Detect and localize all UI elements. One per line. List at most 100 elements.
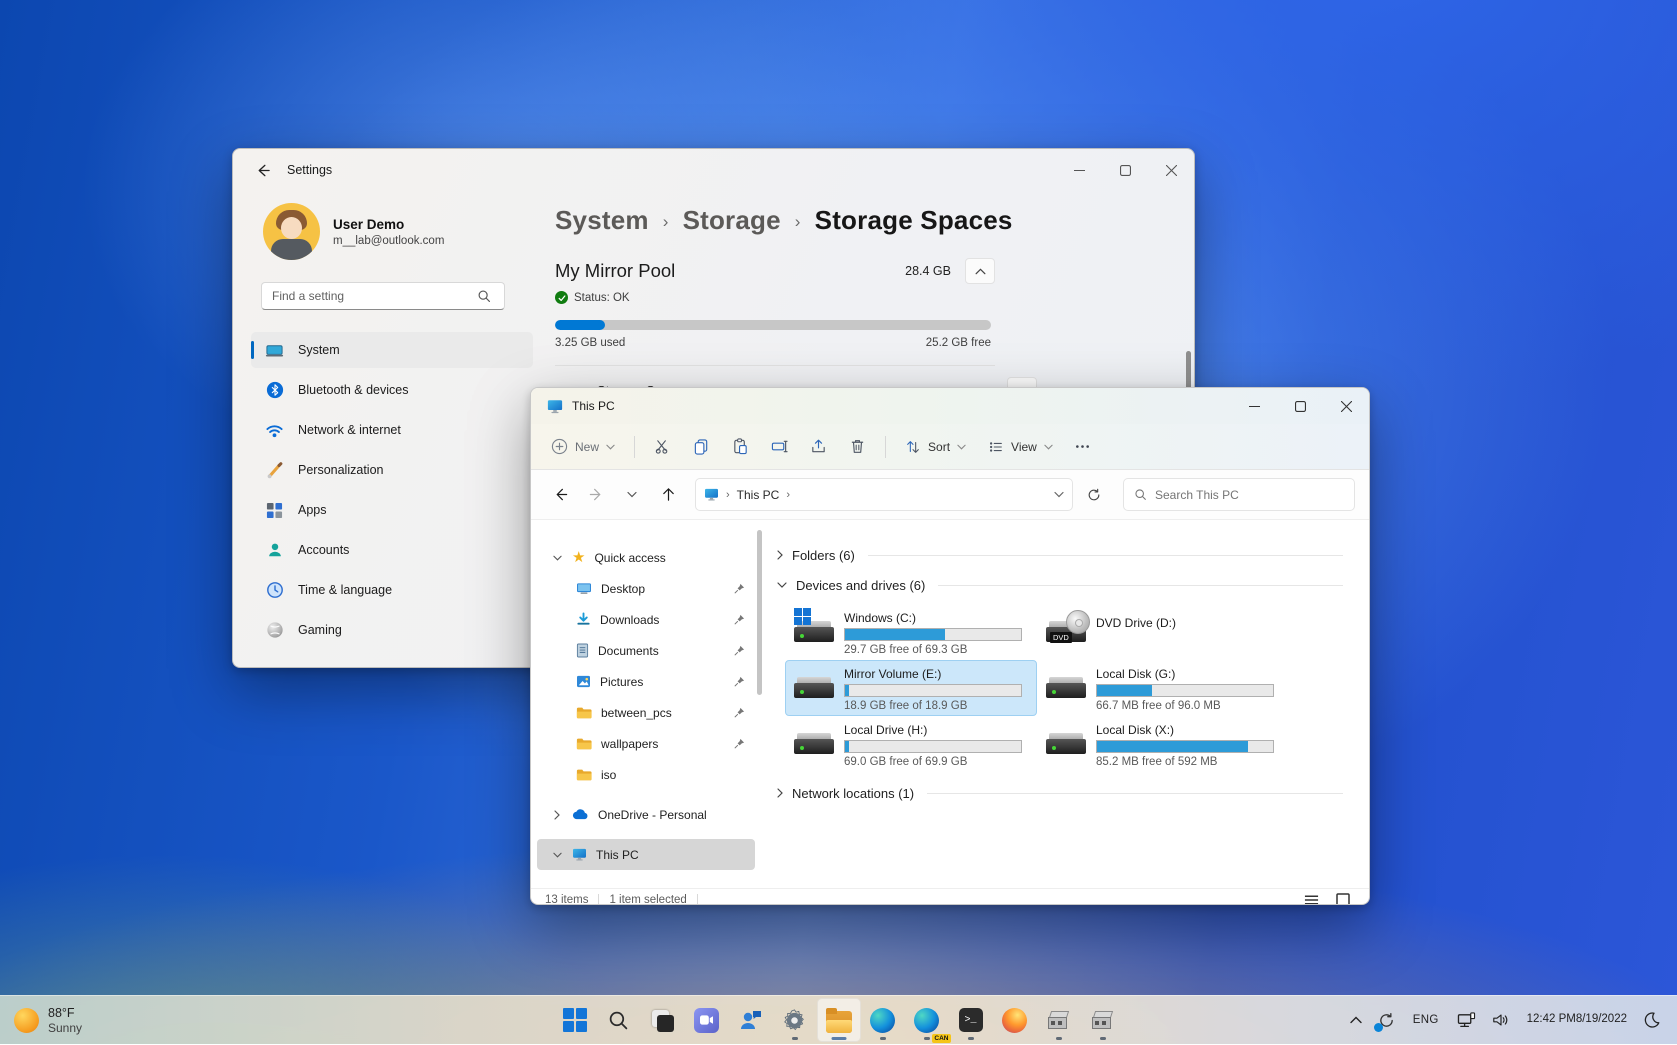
tree-item-documents[interactable]: Documents	[537, 635, 755, 666]
sidebar-item-system[interactable]: System	[251, 332, 533, 368]
tree-scrollbar[interactable]	[757, 530, 762, 695]
minimize-button[interactable]	[1231, 389, 1277, 423]
nav-up-button[interactable]	[653, 480, 683, 510]
refresh-button[interactable]	[1079, 480, 1109, 510]
drive-tile-mirror-e[interactable]: Mirror Volume (E:) 18.9 GB free of 18.9 …	[785, 660, 1037, 716]
sidebar-item-network[interactable]: Network & internet	[251, 412, 533, 448]
speaker-icon	[1492, 1012, 1510, 1028]
group-folders[interactable]: Folders (6)	[777, 540, 1343, 570]
volume-tray-button[interactable]	[1487, 1002, 1515, 1038]
sidebar-item-apps[interactable]: Apps	[251, 492, 533, 528]
hidden-icons-button[interactable]	[1345, 1002, 1367, 1038]
chevron-up-icon	[1350, 1016, 1362, 1024]
address-dropdown-icon[interactable]	[1054, 491, 1064, 498]
drive-tile-local-g[interactable]: Local Disk (G:) 66.7 MB free of 96.0 MB	[1037, 660, 1289, 716]
cut-button[interactable]	[644, 430, 681, 464]
sidebar-item-label: Gaming	[298, 623, 342, 637]
copy-icon	[693, 438, 710, 455]
tree-item-downloads[interactable]: Downloads	[537, 604, 755, 635]
maximize-button[interactable]	[1102, 153, 1148, 187]
view-button[interactable]: View	[978, 430, 1063, 464]
sidebar-item-bluetooth[interactable]: Bluetooth & devices	[251, 372, 533, 408]
taskbar-search-button[interactable]	[597, 998, 641, 1042]
clock-widget[interactable]: 12:42 PM 8/19/2022	[1521, 1002, 1633, 1038]
brush-icon	[265, 461, 284, 480]
edge-button[interactable]	[861, 998, 905, 1042]
do-not-disturb-button[interactable]	[1639, 1002, 1665, 1038]
settings-search-input[interactable]	[261, 282, 505, 310]
breadcrumb-system[interactable]: System	[555, 205, 649, 236]
drive-tile-local-h[interactable]: Local Drive (H:) 69.0 GB free of 69.9 GB	[785, 716, 1037, 772]
sort-button[interactable]: Sort	[895, 430, 976, 464]
pool-collapse-button[interactable]	[965, 258, 995, 284]
sidebar-item-gaming[interactable]: Gaming	[251, 612, 533, 648]
group-network-locations[interactable]: Network locations (1)	[777, 778, 1343, 808]
settings-app-button[interactable]	[773, 998, 817, 1042]
explorer-search-input[interactable]	[1155, 488, 1344, 502]
chevron-down-icon[interactable]	[551, 852, 563, 858]
close-button[interactable]	[1148, 153, 1194, 187]
address-path[interactable]: This PC	[737, 488, 780, 502]
drive-tile-dvd-d[interactable]: DVD DVD Drive (D:)	[1037, 604, 1289, 660]
breadcrumb-storage[interactable]: Storage	[683, 205, 781, 236]
user-card[interactable]: User Demo m__lab@outlook.com	[251, 195, 533, 282]
vm-app-2-button[interactable]	[1081, 998, 1125, 1042]
sidebar-item-accounts[interactable]: Accounts	[251, 532, 533, 568]
chevron-down-icon[interactable]	[551, 555, 563, 561]
windows-logo-icon	[794, 608, 811, 625]
minimize-button[interactable]	[1056, 153, 1102, 187]
delete-button[interactable]	[839, 430, 876, 464]
terminal-button[interactable]: >_	[949, 998, 993, 1042]
see-more-button[interactable]	[1065, 430, 1100, 464]
tree-item-onedrive[interactable]: OneDrive - Personal	[537, 799, 755, 830]
large-icons-view-button[interactable]	[1331, 891, 1355, 905]
weather-widget[interactable]: 88°F Sunny	[0, 1006, 220, 1035]
share-button[interactable]	[800, 430, 837, 464]
file-explorer-button[interactable]	[817, 998, 861, 1042]
drive-tile-windows-c[interactable]: Windows (C:) 29.7 GB free of 69.3 GB	[785, 604, 1037, 660]
firefox-button[interactable]	[993, 998, 1037, 1042]
task-view-button[interactable]	[641, 998, 685, 1042]
paste-button[interactable]	[722, 430, 759, 464]
sidebar-item-label: System	[298, 343, 340, 357]
teams-chat-button[interactable]	[685, 998, 729, 1042]
edge-canary-button[interactable]: CAN	[905, 998, 949, 1042]
tree-item-iso[interactable]: iso	[537, 759, 755, 790]
network-tray-button[interactable]	[1452, 1002, 1481, 1038]
chevron-right-icon[interactable]	[551, 810, 563, 820]
new-button[interactable]: New	[541, 430, 625, 464]
tree-item-between-pcs[interactable]: between_pcs	[537, 697, 755, 728]
running-indicator	[880, 1037, 886, 1040]
back-button[interactable]	[245, 156, 279, 184]
sidebar-item-personalization[interactable]: Personalization	[251, 452, 533, 488]
rename-button[interactable]	[761, 430, 798, 464]
tree-item-desktop[interactable]: Desktop	[537, 573, 755, 604]
vm-app-1-button[interactable]	[1037, 998, 1081, 1042]
close-button[interactable]	[1323, 389, 1369, 423]
maximize-button[interactable]	[1277, 389, 1323, 423]
language-indicator[interactable]: ENG	[1406, 1002, 1446, 1038]
people-chat-button[interactable]	[729, 998, 773, 1042]
tree-item-this-pc[interactable]: This PC	[537, 839, 755, 870]
start-button[interactable]	[553, 998, 597, 1042]
tree-quick-access[interactable]: ★ Quick access	[537, 542, 755, 573]
taskbar: 88°F Sunny CAN >_	[0, 995, 1677, 1044]
xbox-sphere-icon	[265, 621, 284, 640]
nav-history-button[interactable]	[617, 480, 647, 510]
sidebar-item-label: Accounts	[298, 543, 349, 557]
tree-item-wallpapers[interactable]: wallpapers	[537, 728, 755, 759]
nav-forward-button[interactable]	[581, 480, 611, 510]
tree-item-pictures[interactable]: Pictures	[537, 666, 755, 697]
nav-back-button[interactable]	[545, 480, 575, 510]
copy-button[interactable]	[683, 430, 720, 464]
group-devices-drives[interactable]: Devices and drives (6)	[777, 570, 1343, 600]
breadcrumb-chevron-icon: ›	[663, 209, 669, 232]
details-view-button[interactable]	[1299, 891, 1323, 905]
address-box[interactable]: › This PC ›	[695, 478, 1073, 511]
sidebar-item-time-language[interactable]: Time & language	[251, 572, 533, 608]
drive-tile-local-x[interactable]: Local Disk (X:) 85.2 MB free of 592 MB	[1037, 716, 1289, 772]
sync-tray-button[interactable]	[1373, 1002, 1400, 1038]
explorer-window: This PC New Sort	[530, 387, 1370, 905]
toolbar-divider	[885, 436, 886, 458]
pin-icon	[734, 645, 745, 656]
